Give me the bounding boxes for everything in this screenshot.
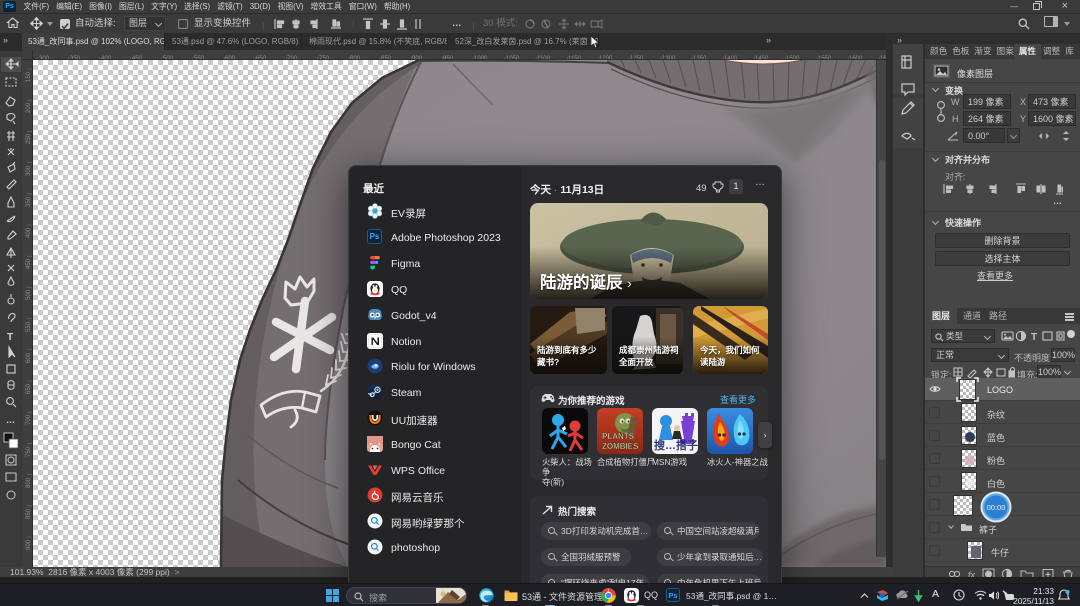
svg-text:600: 600 (26, 352, 32, 363)
svg-text:450: 450 (26, 258, 32, 269)
svg-text:200: 200 (26, 102, 32, 113)
svg-text:800: 800 (26, 477, 32, 488)
svg-text:150: 150 (26, 71, 32, 82)
svg-text:650: 650 (26, 383, 32, 394)
svg-text:PLANTS: PLANTS (602, 432, 635, 441)
svg-text:250: 250 (26, 133, 32, 144)
svg-text:500: 500 (26, 289, 32, 300)
svg-text:搜…搭子: 搜…搭子 (654, 438, 698, 452)
svg-text:700: 700 (26, 414, 32, 425)
svg-text:350: 350 (26, 196, 32, 207)
svg-text:ZOMBIES: ZOMBIES (602, 442, 639, 451)
svg-text:T: T (1031, 332, 1037, 342)
svg-text:850: 850 (26, 508, 32, 519)
svg-text:900: 900 (26, 539, 32, 550)
svg-text:550: 550 (26, 321, 32, 332)
svg-text:T: T (7, 332, 13, 343)
svg-text:…: … (6, 415, 15, 425)
svg-text:00:00: 00:00 (987, 503, 1006, 512)
svg-text:300: 300 (26, 165, 32, 176)
svg-text:750: 750 (26, 446, 32, 457)
svg-text:400: 400 (26, 227, 32, 238)
